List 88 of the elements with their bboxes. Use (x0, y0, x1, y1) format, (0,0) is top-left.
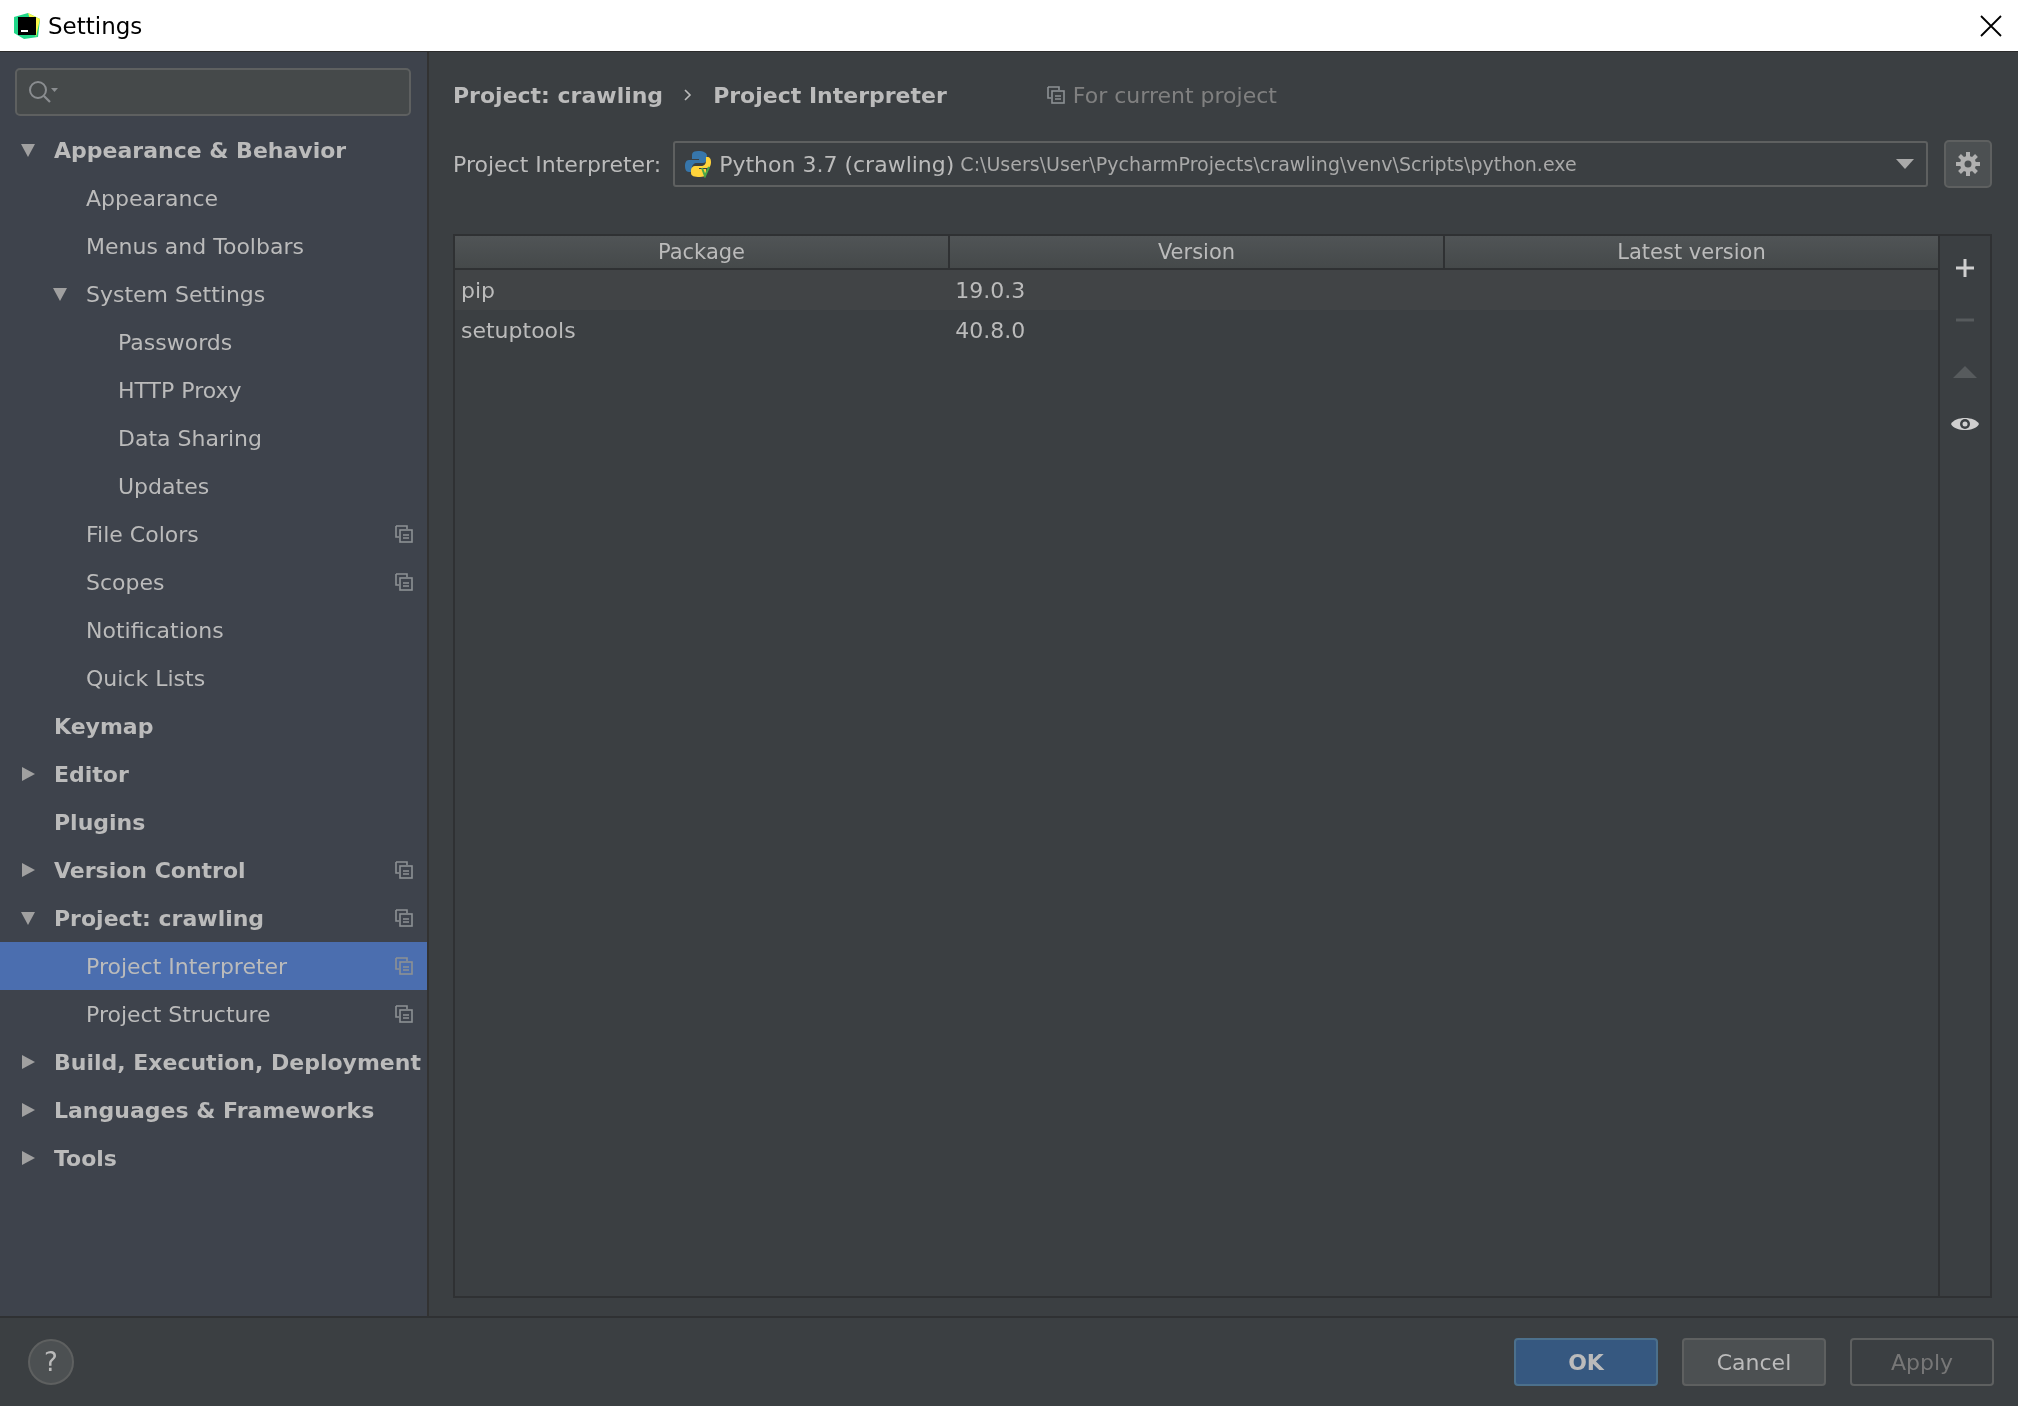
close-icon[interactable] (1980, 14, 2002, 37)
tree-item-label: Appearance (86, 185, 220, 211)
column-header[interactable]: Package (455, 236, 948, 268)
tree-item-label: System Settings (86, 281, 267, 307)
tree-item[interactable]: Project: crawling (0, 894, 427, 942)
breadcrumb-item: Project Interpreter (713, 82, 947, 108)
tree-item[interactable]: Quick Lists (0, 654, 427, 702)
tree-item[interactable]: Data Sharing (0, 414, 427, 462)
interpreter-name: Python 3.7 (crawling) (719, 151, 955, 177)
tree-item-label: Keymap (54, 713, 155, 739)
tree-item[interactable]: File Colors (0, 510, 427, 558)
collapsed-arrow-icon[interactable] (20, 1054, 36, 1070)
tree-item-label: Version Control (54, 857, 247, 883)
settings-icon (1955, 151, 1981, 177)
search-icon (27, 79, 61, 105)
tree-item-label: Editor (54, 761, 130, 787)
tree-item[interactable]: System Settings (0, 270, 427, 318)
tree-item[interactable]: HTTP Proxy (0, 366, 427, 414)
collapsed-arrow-icon[interactable] (20, 1102, 36, 1118)
breadcrumb-item: Project: crawling (453, 82, 664, 108)
interpreter-dropdown[interactable]: Python 3.7 (crawling) C:\Users\User\PycharmProjects\crawling\venv\Scripts\python.exe (673, 141, 1928, 187)
tree-item-label: Project Interpreter (86, 953, 289, 979)
help-button[interactable]: ? (28, 1339, 74, 1385)
tree-item[interactable]: Build, Execution, Deployment (0, 1038, 427, 1086)
tree-item-label: HTTP Proxy (118, 377, 243, 403)
tree-item-label: Plugins (54, 809, 147, 835)
table-cell: 19.0.3 (955, 277, 1026, 303)
expanded-arrow-icon[interactable] (20, 910, 36, 926)
column-header[interactable]: Latest version (1443, 236, 1938, 268)
collapsed-arrow-icon[interactable] (20, 862, 36, 878)
copy-icon (395, 525, 413, 543)
dialog-button[interactable]: OK (1514, 1338, 1658, 1386)
tree-item[interactable]: Keymap (0, 702, 427, 750)
copy-icon (1046, 86, 1065, 104)
chevron-icon (683, 88, 694, 102)
copy-icon (395, 957, 413, 975)
tree-item-label: Menus and Toolbars (86, 233, 305, 259)
tree-item-label: Quick Lists (86, 665, 207, 691)
tree-item[interactable]: Version Control (0, 846, 427, 894)
tree-item-label: Appearance & Behavior (54, 137, 348, 163)
tree-item-label: Tools (54, 1145, 118, 1171)
copy-icon (395, 573, 413, 591)
tree-item[interactable]: Tools (0, 1134, 427, 1182)
tree-item[interactable]: Appearance (0, 174, 427, 222)
tree-item[interactable]: Editor (0, 750, 427, 798)
tree-item-label: Project Structure (86, 1001, 272, 1027)
tree-item-label: Build, Execution, Deployment (54, 1049, 421, 1075)
tree-item-label: Updates (118, 473, 211, 499)
copy-icon (395, 1005, 413, 1023)
tree-item-label: File Colors (86, 521, 200, 547)
window-title: Settings (48, 12, 143, 39)
up-triangle-icon (1953, 366, 1977, 378)
dialog-button[interactable]: Cancel (1682, 1338, 1826, 1386)
tree-item[interactable]: Plugins (0, 798, 427, 846)
column-header[interactable]: Version (948, 236, 1443, 268)
tree-item[interactable]: Scopes (0, 558, 427, 606)
tree-item[interactable]: Project Structure (0, 990, 427, 1038)
tree-item[interactable]: Notifications (0, 606, 427, 654)
table-cell: pip (461, 277, 496, 303)
tree-item-label: Languages & Frameworks (54, 1097, 376, 1123)
table-cell: setuptools (461, 317, 576, 343)
table-cell: 40.8.0 (955, 317, 1026, 343)
tree-item-label: Scopes (86, 569, 166, 595)
tree-item-label: Passwords (118, 329, 234, 355)
settings-button[interactable] (1944, 140, 1992, 188)
collapsed-arrow-icon[interactable] (20, 1150, 36, 1166)
dropdown-caret-icon (1896, 159, 1914, 169)
interpreter-path: C:\Users\User\PycharmProjects\crawling\venv\Scripts\python.exe (960, 153, 1577, 175)
copy-icon (395, 861, 413, 879)
expanded-arrow-icon[interactable] (20, 142, 36, 158)
app-logo-icon (12, 10, 42, 41)
expanded-arrow-icon[interactable] (52, 286, 68, 302)
tree-item[interactable]: Passwords (0, 318, 427, 366)
python-icon (685, 150, 714, 178)
tree-item[interactable]: Project Interpreter (0, 942, 427, 990)
tree-item-label: Notifications (86, 617, 225, 643)
tree-item-label: Data Sharing (118, 425, 263, 451)
tree-item[interactable]: Languages & Frameworks (0, 1086, 427, 1134)
scope-note: For current project (1072, 82, 1277, 108)
copy-icon (395, 909, 413, 927)
tree-item-label: Project: crawling (54, 905, 266, 931)
search-field[interactable] (15, 68, 411, 116)
tree-item[interactable]: Appearance & Behavior (0, 126, 427, 174)
tree-item[interactable]: Menus and Toolbars (0, 222, 427, 270)
plus-icon (1954, 257, 1976, 279)
collapsed-arrow-icon[interactable] (20, 766, 36, 782)
field-label: Project Interpreter: (453, 151, 662, 177)
tree-item[interactable]: Updates (0, 462, 427, 510)
